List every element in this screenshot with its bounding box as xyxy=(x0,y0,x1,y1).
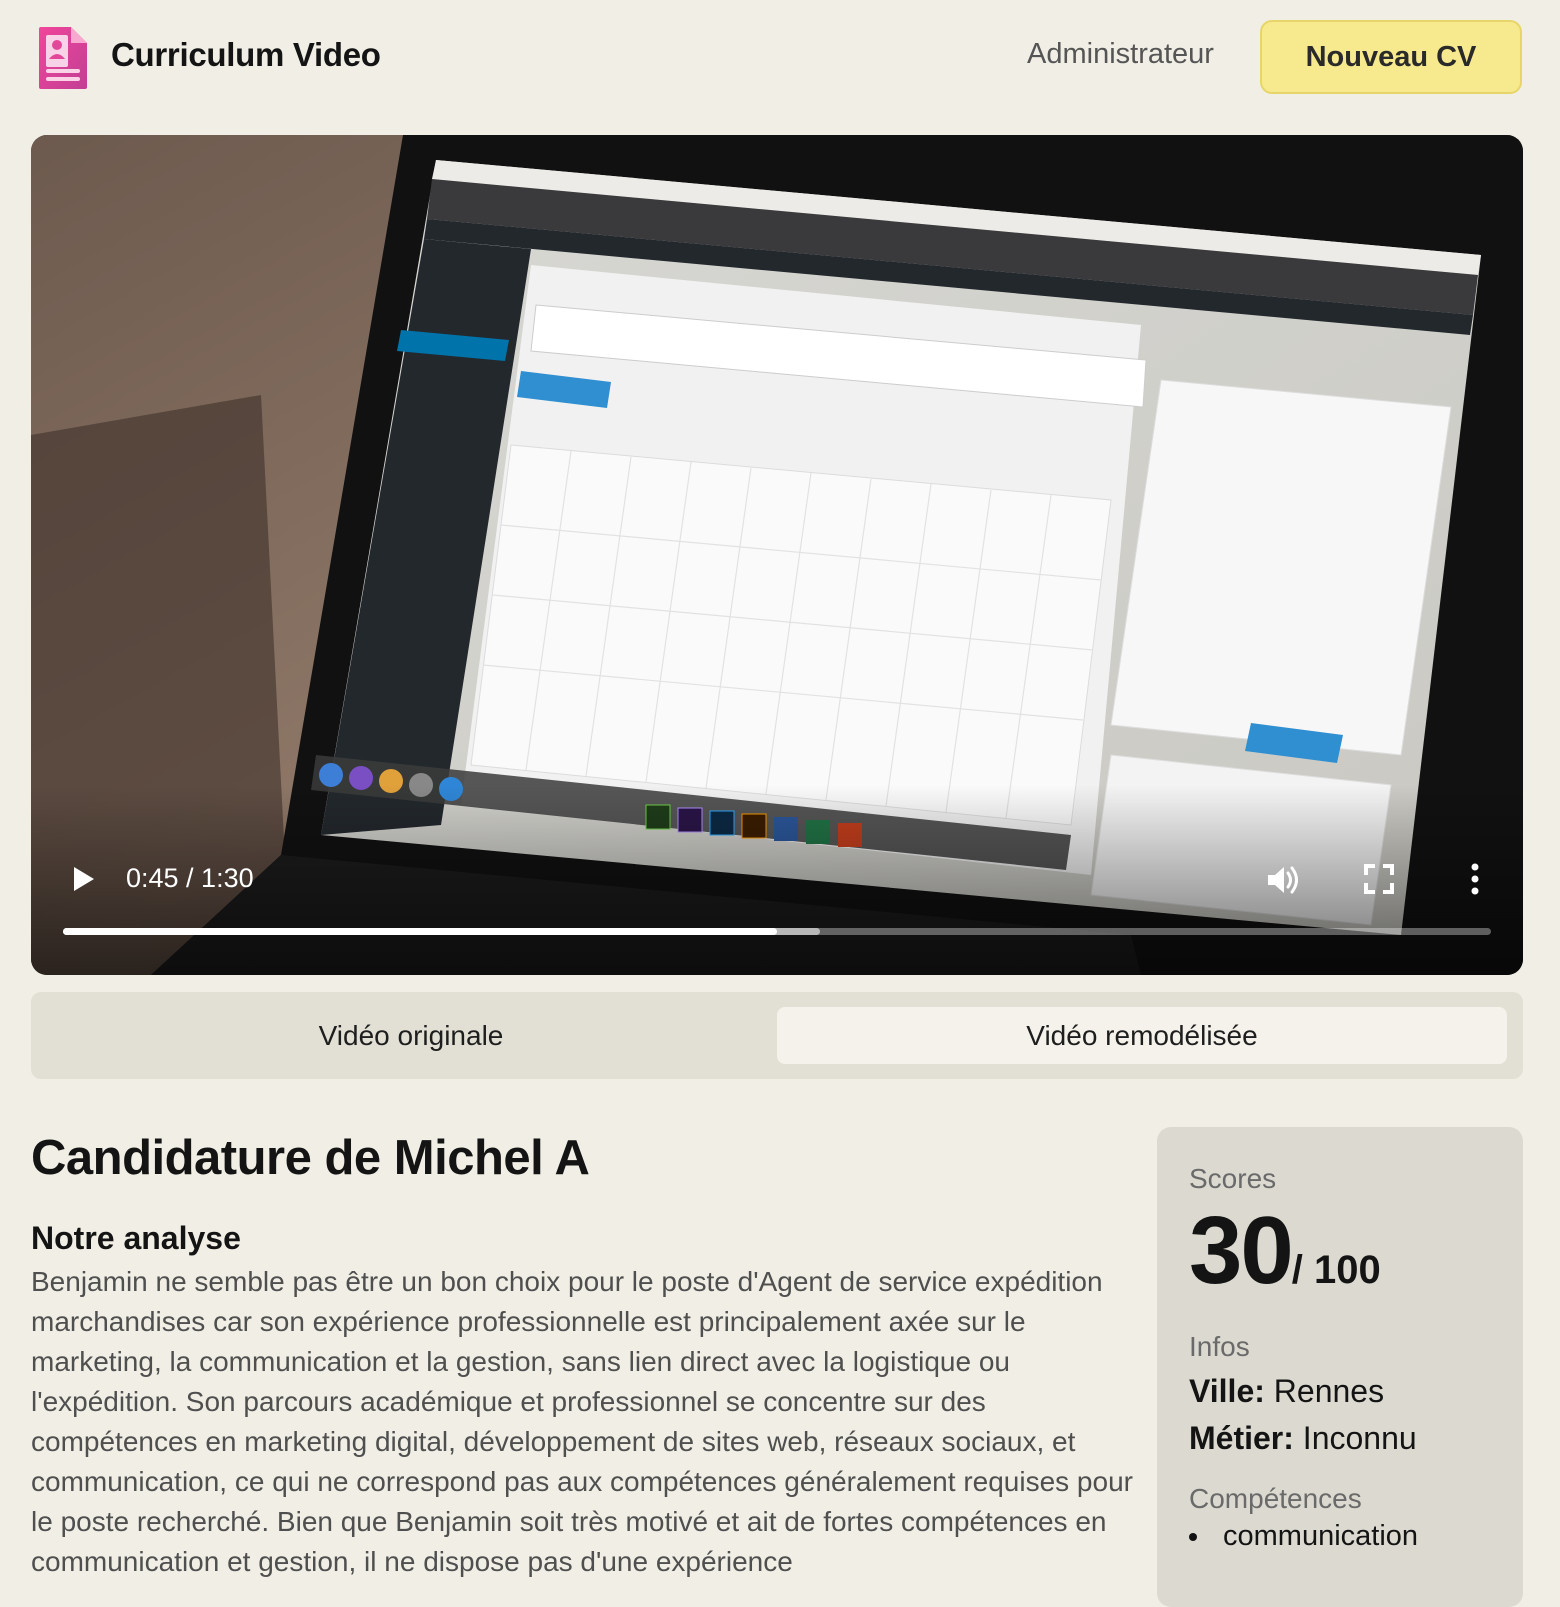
video-player[interactable]: 0:45 / 1:30 xyxy=(31,135,1523,975)
analysis-text: Benjamin ne semble pas être un bon choix… xyxy=(31,1266,1133,1577)
tab-remodeled-video[interactable]: Vidéo remodélisée xyxy=(777,1007,1507,1064)
progress-played xyxy=(63,928,777,935)
time-display: 0:45 / 1:30 xyxy=(126,863,254,893)
skill-label: communication xyxy=(1223,1520,1419,1552)
video-version-tabs: Vidéo originale Vidéo remodélisée xyxy=(31,992,1523,1079)
candidate-title: Candidature de Michel A xyxy=(31,1131,590,1185)
skills-label: Compétences xyxy=(1189,1483,1362,1514)
scores-label: Scores xyxy=(1189,1163,1277,1194)
admin-link[interactable]: Administrateur xyxy=(1027,38,1214,71)
app-title[interactable]: Curriculum Video xyxy=(111,36,381,74)
play-icon[interactable] xyxy=(65,862,99,896)
job-info: Métier: Inconnu xyxy=(1189,1420,1417,1457)
bullet-icon xyxy=(1189,1533,1197,1542)
job-value: Inconnu xyxy=(1302,1420,1417,1456)
fullscreen-icon[interactable] xyxy=(1362,862,1396,896)
skill-item: communication xyxy=(1189,1520,1418,1553)
score-value: 30 xyxy=(1189,1197,1294,1304)
tab-original-video[interactable]: Vidéo originale xyxy=(46,1007,776,1064)
city-value: Rennes xyxy=(1273,1373,1385,1409)
infos-label: Infos xyxy=(1189,1331,1250,1362)
analysis-heading: Notre analyse xyxy=(31,1220,241,1256)
score-display: 30/ 100 xyxy=(1189,1196,1381,1306)
city-info: Ville: Rennes xyxy=(1189,1373,1384,1410)
new-cv-button[interactable]: Nouveau CV xyxy=(1260,20,1522,94)
document-logo-icon[interactable] xyxy=(37,25,89,91)
job-label: Métier: xyxy=(1189,1420,1294,1456)
progress-bar[interactable] xyxy=(63,928,1491,935)
volume-icon[interactable] xyxy=(1264,861,1302,899)
header: Curriculum Video Administrateur Nouveau … xyxy=(0,0,1560,116)
more-vert-icon[interactable] xyxy=(1461,862,1489,896)
city-label: Ville: xyxy=(1189,1373,1265,1409)
score-max: / 100 xyxy=(1291,1248,1381,1292)
